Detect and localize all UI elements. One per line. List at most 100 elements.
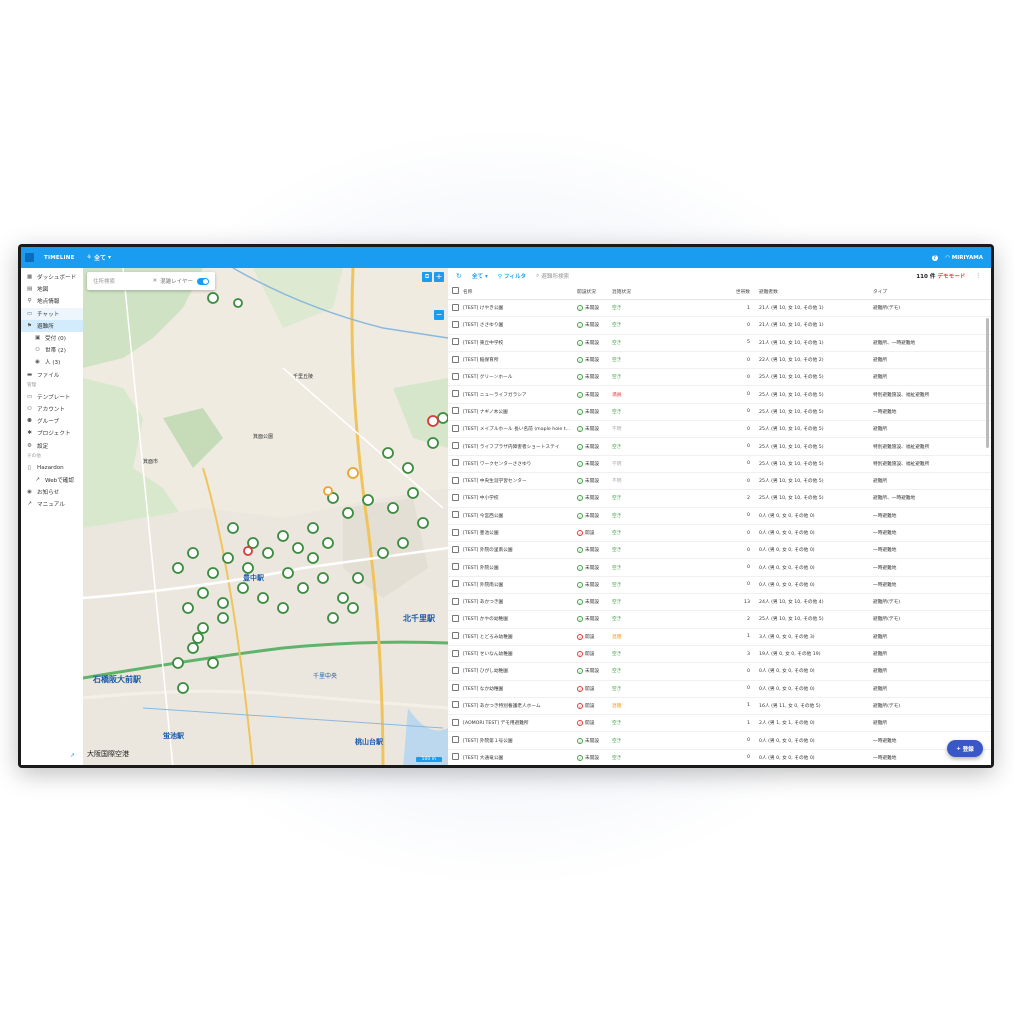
row-checkbox[interactable] [448,385,462,404]
table-row[interactable]: [TEST] ワークセンターささゆり ✓ 未開設 不明 0 25人 (男 10, 女 10… [448,455,991,473]
table-row[interactable]: [TEST] ライフプラザ内障害者ショートステイ ✓ 未開設 空き 0 25人 (男 10… [448,437,991,456]
table-row[interactable]: [TEST] なか幼稚園 ✓ 開設 空き 0 0人 (男 0, 女 0, その他 0) 避難… [448,680,991,698]
help-icon[interactable]: ? [931,254,938,261]
table-row[interactable]: [TEST] 今宮西公園 ✓ 未開設 空き 0 0人 (男 0, 女 0, その他 0) 一… [448,507,991,525]
scope-selector[interactable]: ⚘ 全て ▾ [87,253,111,262]
row-checkbox[interactable] [448,334,462,352]
sidebar-item-news[interactable]: ◉ お知らせ [21,486,83,498]
row-checkbox[interactable] [448,576,462,595]
table-row[interactable]: [TEST] ニューライフガラシア ✓ 未開設 満員 0 25人 (男 10, 女 10,… [448,385,991,404]
row-checkbox[interactable] [448,455,462,473]
table-row[interactable]: [TEST] ささゆり園 ✓ 未開設 空き 0 21人 (男 10, 女 10, その他 … [448,316,991,335]
table-row[interactable]: [TEST] 中小学校 ✓ 未開設 空き 2 25人 (男 10, 女 10, その他 5… [448,489,991,508]
sidebar-item-dashboard[interactable]: ▦ ダッシュボード [21,271,83,283]
external-open-icon[interactable]: ↗ [70,752,75,759]
sidebar-item-shelter[interactable]: ⚑ 避難所 [21,319,83,332]
table-row[interactable]: [TEST] 豊池公園 ✓ 開設 空き 0 0人 (男 0, 女 0, その他 0) 一時避… [448,524,991,543]
table-row[interactable]: [TEST] 外院の里南公園 ✓ 未開設 空き 0 0人 (男 0, 女 0, その他 0… [448,541,991,560]
row-checkbox[interactable] [448,472,462,491]
row-checkbox[interactable] [448,351,462,370]
table-row[interactable]: [TEST] ひがし幼稚園 ✓ 未開設 空き 0 0人 (男 0, 女 0, その他 0)… [448,662,991,681]
row-checkbox[interactable] [448,437,462,456]
sidebar-item-manual[interactable]: ↗ マニュアル [21,498,83,510]
table-row[interactable]: [TEST] 外院第１号公園 ✓ 未開設 空き 0 0人 (男 0, 女 0, その他 0… [448,731,991,750]
table-row[interactable]: [TEST] 大通竜公園 ✓ 未開設 空き 0 0人 (男 0, 女 0, その他 0) 一… [448,749,991,765]
user-menu[interactable]: ◠ MIRIYAMA [946,255,983,261]
zoom-in-button[interactable]: + [434,272,444,282]
table-row[interactable]: [TEST] 稲保育所 ✓ 未開設 空き 0 22人 (男 10, 女 10, その他 2… [448,351,991,370]
row-checkbox[interactable] [448,403,462,422]
all-filter-dropdown[interactable]: 全て ▾ [472,272,488,280]
row-checkbox[interactable] [448,610,462,629]
result-count: 110 件 [916,274,936,280]
table-row[interactable]: [TEST] ナギノ木公園 ✓ 未開設 空き 0 25人 (男 10, 女 10, その他… [448,403,991,422]
row-checkbox[interactable] [448,299,462,318]
row-checkbox[interactable] [448,749,462,765]
row-checkbox[interactable] [448,489,462,508]
row-checkbox[interactable] [448,697,462,716]
row-checkbox[interactable] [448,507,462,525]
sidebar-item-group[interactable]: ⚉ グループ [21,415,83,427]
sidebar-item-template[interactable]: ▭ テンプレート [21,391,83,403]
column-header-evacuees[interactable]: 避難者数 [758,284,872,300]
map-view[interactable]: 石橋阪大前駅 北千里駅 蛍池駅 大阪国際空港 桃山台駅 豊中駅 千里中央 箕面公… [83,268,448,765]
register-button[interactable]: + 登録 [947,740,983,757]
column-header-type[interactable]: タイプ [872,284,991,300]
table-row[interactable]: [AOMORI TEST] デモ用避難所 ✓ 開設 空き 1 2人 (男 1, 女 1, … [448,714,991,733]
sidebar-item-account[interactable]: ⚇ アカウント [21,403,83,415]
table-row[interactable]: [TEST] けやき公園 ✓ 未開設 空き 1 21人 (男 10, 女 10, その他 … [448,299,991,318]
table-row[interactable]: [TEST] 外院公園 ✓ 未開設 空き 0 0人 (男 0, 女 0, その他 0) 一時… [448,558,991,577]
sidebar-item-map[interactable]: ▤ 地図 [21,283,83,295]
sidebar-item-files[interactable]: ▬ ファイル [21,369,83,381]
table-row[interactable]: [TEST] グリーンホール ✓ 未開設 空き 0 25人 (男 10, 女 10, その… [448,368,991,387]
row-checkbox[interactable] [448,541,462,560]
row-checkbox[interactable] [448,628,462,646]
row-checkbox[interactable] [448,680,462,698]
row-checkbox[interactable] [448,645,462,664]
row-checkbox[interactable] [448,558,462,577]
household-count: 3 [646,645,758,664]
sidebar-item-chat[interactable]: ▭ チャット [21,307,83,320]
row-checkbox[interactable] [448,731,462,750]
table-row[interactable]: [TEST] 東丘中学校 ✓ 未開設 空き 5 21人 (男 10, 女 10, その他 … [448,334,991,352]
refresh-icon[interactable]: ↻ [456,272,462,280]
table-row[interactable]: [TEST] かやの幼稚園 ✓ 未開設 空き 2 25人 (男 10, 女 10, その他… [448,610,991,629]
row-checkbox[interactable] [448,420,462,439]
address-search-input[interactable]: 住所検索 ✕ 混雑レイヤー [87,272,215,290]
layers-icon[interactable]: ⧉ [422,272,432,282]
row-checkbox[interactable] [448,662,462,681]
row-checkbox[interactable] [448,714,462,733]
row-checkbox[interactable] [448,316,462,335]
more-menu-icon[interactable]: ⋮ [975,273,981,279]
row-checkbox[interactable] [448,524,462,543]
sidebar-item-project[interactable]: ✱ プロジェクト [21,427,83,439]
zoom-out-button[interactable]: − [434,310,444,320]
close-icon[interactable]: ✕ [153,278,158,284]
column-header-households[interactable]: 世帯数 [646,284,758,300]
sidebar-item-web[interactable]: ↗ Webで確認 [21,474,83,486]
table-row[interactable]: [TEST] あかつき特別養護老人ホーム ✓ 開設 混雑 1 16人 (男 11, 女 0… [448,697,991,716]
column-header-congestion[interactable]: 混雑状況 [611,284,646,300]
sidebar-item-settings[interactable]: ⚙ 設定 [21,439,83,451]
column-header-name[interactable]: 名称 [462,284,576,300]
sidebar-item-hazardon[interactable]: ▯ Hazardon [21,462,83,474]
table-row[interactable]: [TEST] あかつき園 ✓ 未開設 空き 13 24人 (男 10, 女 10, その他… [448,593,991,612]
table-row[interactable]: [TEST] せいなん幼稚園 ✓ 開設 空き 3 19人 (男 0, 女 0, その他 1… [448,645,991,664]
table-row[interactable]: [TEST] とどろみ幼稚園 ✓ 開設 混雑 1 3人 (男 0, 女 0, その他 3)… [448,628,991,646]
congestion-layer-toggle[interactable] [197,277,209,285]
filter-button[interactable]: ⚲ フィルタ [498,272,526,280]
row-checkbox[interactable] [448,368,462,387]
table-row[interactable]: [TEST] メイプルホール 長い名前 (maple hole t... ✓ 未開設… [448,420,991,439]
select-all-checkbox[interactable] [448,284,462,300]
scrollbar[interactable] [986,318,989,448]
sidebar-item-reception[interactable]: ▣ 受付 (0) [21,332,83,344]
table-row[interactable]: [TEST] 中央生涯学習センター ✓ 未開設 不明 0 25人 (男 10, 女 10,… [448,472,991,491]
settings-icon: ⚙ [27,442,32,449]
column-header-open[interactable]: 開設状況 [576,284,611,300]
sidebar-item-points[interactable]: ⚲ 地点情報 [21,295,83,307]
sidebar-item-household[interactable]: ⚇ 世帯 (2) [21,344,83,356]
table-row[interactable]: [TEST] 外院南公園 ✓ 未開設 空き 0 0人 (男 0, 女 0, その他 0) 一… [448,576,991,595]
shelter-search-input[interactable]: 避難所検索 [541,272,569,280]
sidebar-item-person[interactable]: ◉ 人 (3) [21,356,83,368]
row-checkbox[interactable] [448,593,462,612]
